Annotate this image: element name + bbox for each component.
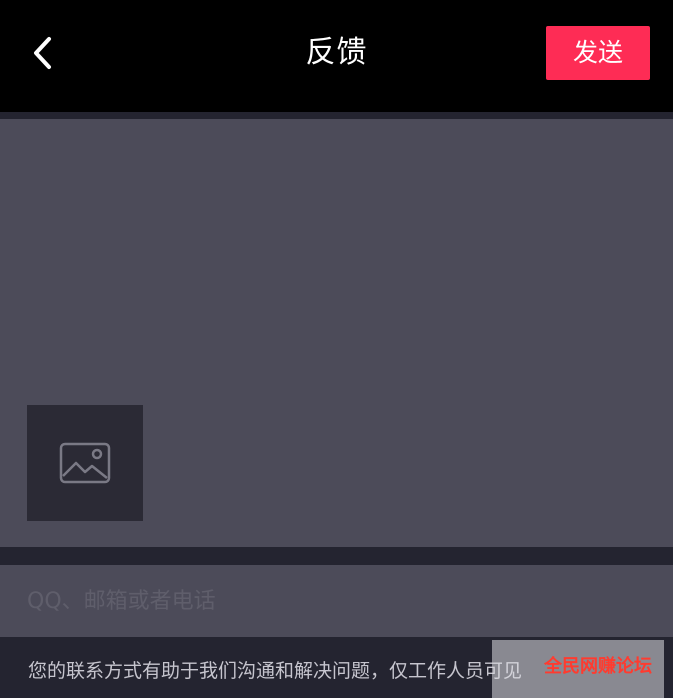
- section-divider: [0, 547, 673, 565]
- watermark: 全民网赚论坛: [492, 640, 664, 698]
- watermark-text: 全民网赚论坛: [544, 656, 652, 677]
- contact-input[interactable]: [0, 565, 673, 637]
- add-image-button[interactable]: [27, 405, 143, 521]
- image-icon: [59, 442, 111, 484]
- top-bar: 反馈 发送: [0, 0, 673, 112]
- feedback-input[interactable]: [0, 119, 673, 389]
- contact-row: [0, 565, 673, 637]
- feedback-panel: [0, 119, 673, 547]
- send-button[interactable]: 发送: [546, 26, 650, 80]
